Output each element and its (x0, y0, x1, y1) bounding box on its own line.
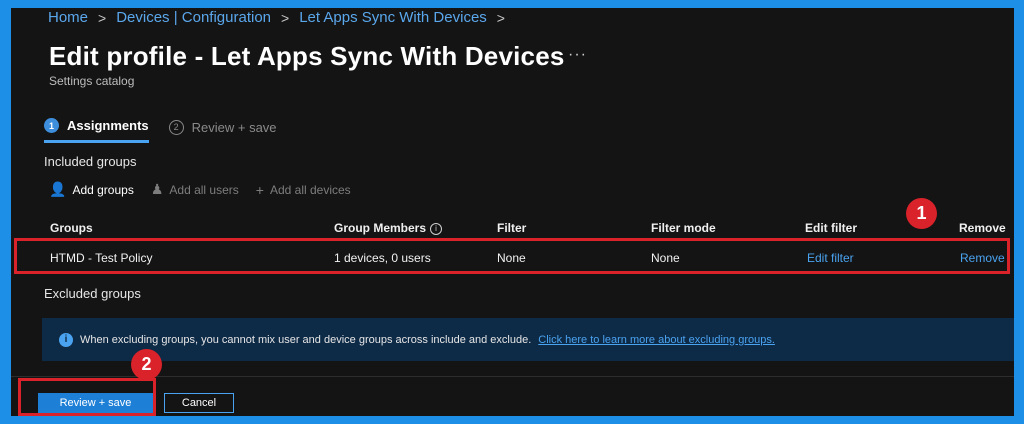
learn-more-link[interactable]: Click here to learn more about excluding… (538, 334, 775, 346)
remove-link[interactable]: Remove (960, 251, 1005, 265)
group-name-cell: HTMD - Test Policy (50, 251, 153, 265)
add-all-users-label: Add all users (169, 182, 239, 197)
step-number-icon: 2 (168, 119, 184, 135)
people-icon: ♟ (150, 181, 164, 197)
excluded-groups-label: Excluded groups (44, 286, 141, 301)
breadcrumb: Home > Devices | Configuration > Let App… (48, 9, 505, 26)
info-icon: i (59, 332, 73, 347)
edit-profile-page: Home > Devices | Configuration > Let App… (11, 8, 1014, 416)
step-number-icon: 1 (44, 118, 59, 133)
review-save-button[interactable]: Review + save (38, 393, 153, 413)
filter-mode-cell: None (651, 251, 680, 265)
wizard-tabs: 1 Assignments 2 Review + save (44, 118, 277, 143)
info-banner: i When excluding groups, you cannot mix … (42, 318, 1014, 361)
column-header-groups[interactable]: Groups (50, 221, 93, 235)
included-groups-label: Included groups (44, 154, 137, 169)
tab-label: Review + save (191, 119, 277, 135)
column-header-label: Group Members (334, 221, 427, 235)
add-all-users-button[interactable]: ♟ Add all users (151, 181, 239, 198)
breadcrumb-devices-configuration[interactable]: Devices | Configuration (116, 9, 271, 26)
column-header-filter[interactable]: Filter (497, 221, 526, 235)
annotation-callout-1: 1 (906, 198, 937, 229)
breadcrumb-profile[interactable]: Let Apps Sync With Devices (299, 9, 487, 26)
column-header-remove[interactable]: Remove (959, 221, 1006, 235)
column-header-filter-mode[interactable]: Filter mode (651, 221, 716, 235)
column-header-group-members[interactable]: Group Members i (334, 221, 443, 235)
info-icon[interactable]: i (430, 223, 443, 235)
tab-label: Assignments (67, 118, 149, 133)
add-all-devices-label: Add all devices (269, 182, 351, 197)
table-row[interactable]: HTMD - Test Policy 1 devices, 0 users No… (14, 238, 1010, 274)
add-groups-button[interactable]: 👤 Add groups (49, 181, 134, 198)
chevron-right-icon: > (496, 9, 505, 26)
assignment-toolbar: 👤 Add groups ♟ Add all users + Add all d… (49, 181, 351, 198)
page-title: Edit profile - Let Apps Sync With Device… (49, 41, 565, 71)
annotation-callout-2: 2 (131, 349, 162, 380)
breadcrumb-home[interactable]: Home (48, 9, 88, 26)
cancel-button[interactable]: Cancel (164, 393, 234, 413)
plus-icon: + (255, 181, 264, 198)
footer-divider (11, 376, 1014, 377)
add-groups-label: Add groups (72, 182, 134, 197)
banner-text: When excluding groups, you cannot mix us… (80, 333, 532, 346)
filter-cell: None (497, 251, 526, 265)
chevron-right-icon: > (98, 9, 107, 26)
group-members-cell: 1 devices, 0 users (334, 251, 431, 265)
column-header-edit-filter[interactable]: Edit filter (805, 221, 857, 235)
tab-assignments[interactable]: 1 Assignments (44, 118, 149, 143)
chevron-right-icon: > (281, 9, 290, 26)
tab-review-save[interactable]: 2 Review + save (168, 119, 277, 142)
more-options-icon[interactable]: ··· (568, 46, 587, 64)
edit-filter-link[interactable]: Edit filter (807, 251, 854, 265)
page-subtitle: Settings catalog (49, 74, 135, 88)
add-all-devices-button[interactable]: + Add all devices (256, 182, 351, 198)
person-add-icon: 👤 (49, 181, 67, 197)
